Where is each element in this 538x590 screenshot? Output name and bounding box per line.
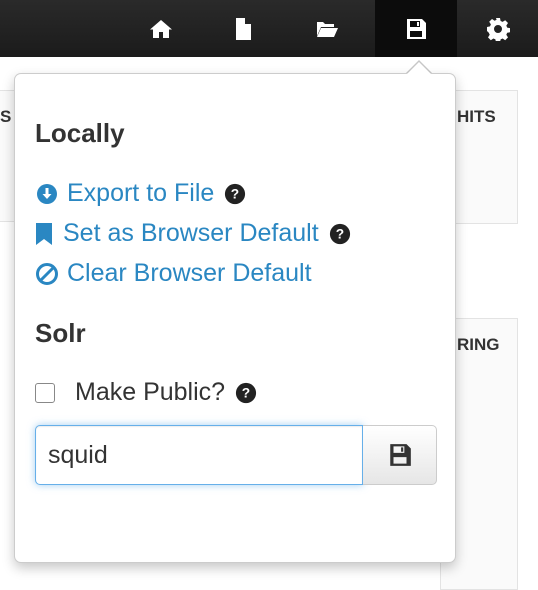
settings-button[interactable]: [468, 0, 528, 57]
svg-text:?: ?: [335, 226, 343, 241]
locally-section-title: Locally: [35, 118, 125, 148]
floppy-disk-icon: [389, 444, 411, 466]
svg-text:?: ?: [231, 186, 239, 201]
top-navbar: [0, 0, 538, 57]
clear-browser-default-label: Clear Browser Default: [67, 259, 312, 287]
folder-open-icon: [316, 21, 338, 37]
save-popover: Locally Export to File ? Set as Browser …: [14, 73, 456, 563]
export-to-file-link[interactable]: Export to File ?: [35, 179, 246, 208]
background-header-left: S: [0, 107, 12, 126]
question-circle-icon[interactable]: ?: [329, 223, 351, 245]
background-header-ring: RING: [457, 335, 500, 354]
popover-arrow: [406, 62, 432, 75]
floppy-disk-icon: [407, 18, 426, 39]
new-file-button[interactable]: [213, 0, 273, 57]
solr-name-input[interactable]: [35, 425, 363, 485]
gear-icon: [487, 17, 510, 41]
svg-text:?: ?: [242, 385, 250, 400]
question-circle-icon[interactable]: ?: [235, 382, 257, 404]
clear-browser-default-link[interactable]: Clear Browser Default: [35, 259, 312, 288]
file-icon: [236, 17, 251, 40]
solr-save-button[interactable]: [363, 425, 437, 485]
bookmark-icon: [35, 222, 53, 246]
download-circle-icon: [35, 182, 59, 206]
make-public-label: Make Public?: [75, 378, 226, 406]
solr-section-title: Solr: [35, 318, 86, 348]
ban-icon: [35, 262, 59, 286]
make-public-checkbox[interactable]: [35, 382, 55, 403]
question-circle-icon[interactable]: ?: [224, 183, 246, 205]
home-button[interactable]: [131, 0, 191, 57]
set-browser-default-label: Set as Browser Default: [63, 219, 319, 247]
set-browser-default-link[interactable]: Set as Browser Default ?: [35, 219, 351, 248]
export-to-file-label: Export to File: [67, 179, 215, 207]
save-menu-button[interactable]: [375, 0, 457, 57]
open-folder-button[interactable]: [297, 0, 357, 57]
background-header-hits: HITS: [457, 107, 496, 126]
home-icon: [150, 19, 172, 38]
make-public-row: Make Public? ?: [35, 378, 257, 407]
solr-name-input-group: [35, 425, 437, 485]
